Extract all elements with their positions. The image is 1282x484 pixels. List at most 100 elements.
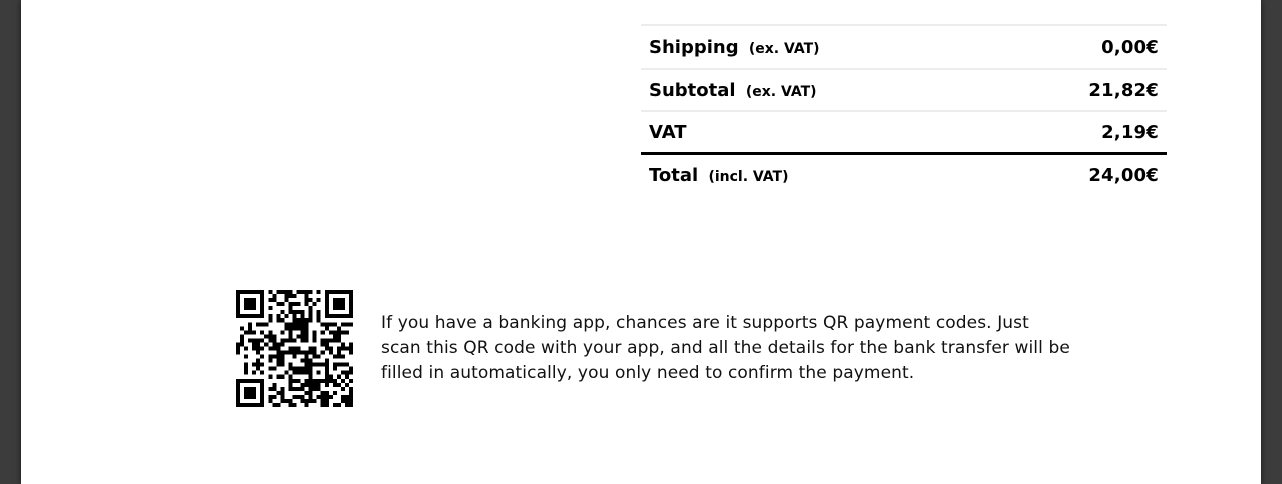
qr-module <box>332 314 337 319</box>
qr-module <box>292 354 297 359</box>
qr-payment-section: If you have a banking app, chances are i… <box>236 290 1071 407</box>
qr-module <box>344 374 349 379</box>
qr-module <box>312 338 317 343</box>
qr-module <box>260 346 265 351</box>
qr-module <box>304 302 309 307</box>
qr-module <box>272 382 277 387</box>
qr-module <box>328 314 333 319</box>
qr-module <box>332 330 337 335</box>
qr-module <box>324 398 329 403</box>
qr-module <box>288 386 293 391</box>
qr-module <box>288 302 293 307</box>
qr-module <box>268 334 273 339</box>
qr-module <box>344 402 349 407</box>
qr-module <box>272 402 277 407</box>
qr-module <box>344 346 349 351</box>
qr-module <box>332 378 337 383</box>
qr-module <box>348 322 353 327</box>
qr-module <box>344 314 349 319</box>
qr-module <box>320 390 325 395</box>
qr-module <box>260 290 265 295</box>
qr-module <box>300 386 305 391</box>
qr-module <box>288 346 293 351</box>
qr-module <box>296 290 301 295</box>
qr-module <box>332 354 337 359</box>
qr-module <box>348 366 353 371</box>
qr-module <box>256 402 261 407</box>
qr-module <box>296 366 301 371</box>
qr-module <box>336 338 341 343</box>
qr-module <box>316 290 321 295</box>
qr-module <box>248 326 253 331</box>
qr-module <box>312 354 317 359</box>
qr-module <box>344 382 349 387</box>
qr-module <box>268 354 273 359</box>
qr-module <box>300 394 305 399</box>
qr-module <box>304 350 309 355</box>
qr-module <box>244 306 249 311</box>
qr-module <box>256 322 261 327</box>
qr-module <box>316 362 321 367</box>
qr-module <box>308 310 313 315</box>
invoice-page: Shipping (ex. VAT) 0,00€ Subtotal (ex. V… <box>21 0 1261 484</box>
qr-module <box>336 306 341 311</box>
qr-module <box>244 386 249 391</box>
qr-module <box>276 354 281 359</box>
qr-module <box>308 390 313 395</box>
qr-module <box>248 290 253 295</box>
qr-module <box>304 326 309 331</box>
qr-module <box>248 298 253 303</box>
qr-module <box>316 378 321 383</box>
qr-module <box>340 354 345 359</box>
qr-module <box>260 362 265 367</box>
qr-module <box>252 402 257 407</box>
qr-module <box>284 314 289 319</box>
qr-module <box>332 334 337 339</box>
qr-module <box>308 298 313 303</box>
qr-module <box>292 386 297 391</box>
qr-module <box>340 362 345 367</box>
qr-module <box>320 322 325 327</box>
qr-module <box>280 394 285 399</box>
qr-module <box>248 378 253 383</box>
qr-module <box>328 338 333 343</box>
qr-module <box>288 306 293 311</box>
qr-module <box>324 294 329 299</box>
qr-module <box>328 394 333 399</box>
total-note: (incl. VAT) <box>708 169 789 185</box>
qr-module <box>268 398 273 403</box>
qr-module <box>240 314 245 319</box>
qr-module <box>300 314 305 319</box>
qr-module <box>284 322 289 327</box>
qr-module <box>236 350 241 355</box>
qr-module <box>348 402 353 407</box>
qr-module <box>292 366 297 371</box>
qr-module <box>260 310 265 315</box>
qr-module <box>324 394 329 399</box>
qr-module <box>328 378 333 383</box>
qr-module <box>328 350 333 355</box>
qr-module <box>308 374 313 379</box>
qr-module <box>236 378 241 383</box>
qr-module <box>280 302 285 307</box>
qr-module <box>308 358 313 363</box>
qr-module <box>256 362 261 367</box>
qr-module <box>280 342 285 347</box>
qr-module <box>248 394 253 399</box>
qr-module <box>280 386 285 391</box>
qr-module <box>248 330 253 335</box>
qr-module <box>288 322 293 327</box>
qr-module <box>348 314 353 319</box>
qr-code-icon <box>236 290 353 407</box>
qr-module <box>288 334 293 339</box>
qr-module <box>324 346 329 351</box>
qr-module <box>336 302 341 307</box>
qr-module <box>336 298 341 303</box>
qr-module <box>260 386 265 391</box>
qr-module <box>300 366 305 371</box>
qr-module <box>268 374 273 379</box>
qr-module <box>336 290 341 295</box>
qr-module <box>288 338 293 343</box>
qr-module <box>280 354 285 359</box>
qr-module <box>256 314 261 319</box>
